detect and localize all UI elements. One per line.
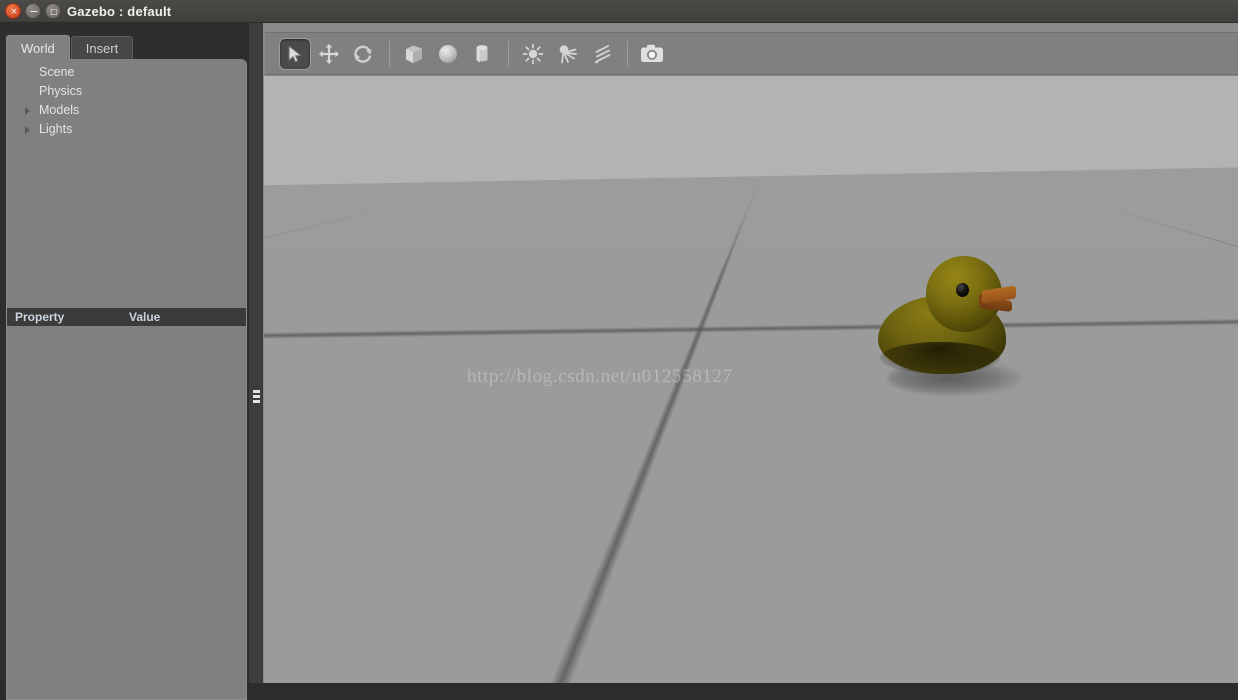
tree-item-label: Physics [39, 84, 83, 98]
world-panel-body: Scene Physics Models Lights Property Val… [6, 59, 247, 700]
sky-backdrop [264, 76, 1238, 186]
maximize-icon: □ [50, 7, 58, 16]
column-header-value[interactable]: Value [129, 310, 160, 324]
rotate-icon [354, 45, 372, 63]
insert-directional-light-button[interactable] [585, 38, 617, 70]
tree-item-label: Models [39, 103, 80, 117]
duck-body-shading [880, 342, 1000, 374]
tree-item-physics[interactable]: Physics [7, 82, 246, 101]
grip-line [253, 400, 260, 403]
spot-light-icon [559, 44, 577, 63]
grip-line [253, 390, 260, 393]
toolbar-separator [627, 40, 628, 67]
maximize-button[interactable]: □ [45, 3, 61, 19]
panel-splitter[interactable] [249, 23, 263, 683]
property-table-header: Property Value [7, 308, 246, 326]
point-light-icon [522, 43, 544, 64]
title-bar: × − □ Gazebo : default [0, 0, 1238, 23]
tab-world[interactable]: World [6, 35, 70, 60]
cylinder-icon [476, 44, 488, 62]
panel-tabbar: World Insert [6, 35, 134, 60]
tree-item-scene[interactable]: Scene [7, 63, 246, 82]
grip-line [253, 395, 260, 398]
world-tree: Scene Physics Models Lights [7, 63, 246, 139]
insert-spot-light-button[interactable] [551, 38, 583, 70]
gazebo-window: × − □ Gazebo : default World Insert Scen… [0, 0, 1238, 700]
toolbar-separator [508, 40, 509, 67]
insert-cylinder-button[interactable] [466, 38, 498, 70]
toolbar-separator [389, 40, 390, 67]
cursor-arrow-icon [288, 44, 303, 63]
select-mode-button[interactable] [279, 37, 311, 70]
column-header-property[interactable]: Property [7, 310, 129, 324]
window-controls: × − □ [5, 3, 61, 19]
insert-sphere-button[interactable] [432, 38, 464, 70]
duck-eye [956, 283, 969, 297]
window-title: Gazebo : default [67, 4, 172, 19]
directional-light-icon [594, 44, 611, 63]
insert-box-button[interactable] [398, 38, 430, 70]
close-icon: × [10, 7, 18, 17]
tab-insert[interactable]: Insert [70, 36, 134, 60]
screenshot-button[interactable] [636, 38, 668, 70]
ground-grid [264, 166, 1238, 683]
camera-icon [641, 44, 663, 62]
minimize-button[interactable]: − [25, 3, 41, 19]
minimize-icon: − [29, 5, 39, 18]
chevron-right-icon[interactable] [25, 126, 30, 134]
left-dock-panel: World Insert Scene Physics Models Lights [0, 23, 256, 700]
render-toolbar [265, 32, 1238, 75]
tree-item-lights[interactable]: Lights [7, 120, 246, 139]
insert-point-light-button[interactable] [517, 38, 549, 70]
translate-mode-button[interactable] [313, 38, 345, 70]
tree-item-label: Lights [39, 122, 73, 136]
sphere-icon [439, 44, 457, 63]
rotate-mode-button[interactable] [347, 38, 379, 70]
tree-item-label: Scene [39, 65, 75, 79]
close-button[interactable]: × [5, 3, 21, 19]
splitter-grip[interactable] [253, 390, 260, 403]
render-area: http://blog.csdn.net/u012558127 [263, 23, 1238, 683]
chevron-right-icon[interactable] [25, 107, 30, 115]
tree-item-models[interactable]: Models [7, 101, 246, 120]
3d-viewport[interactable]: http://blog.csdn.net/u012558127 [264, 76, 1238, 683]
box-icon [406, 45, 422, 63]
move-arrows-icon [319, 43, 339, 64]
rubber-duck-model[interactable] [878, 256, 1028, 396]
